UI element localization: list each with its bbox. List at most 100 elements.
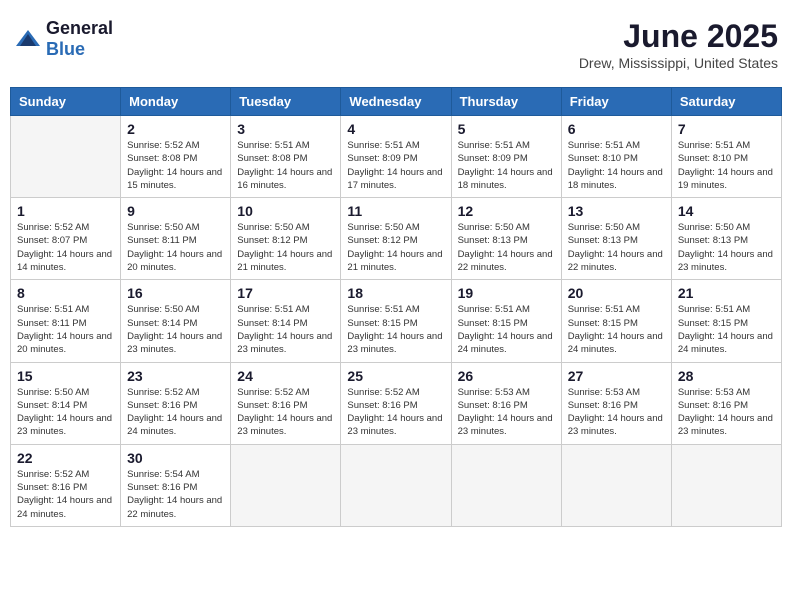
day-detail: Sunrise: 5:54 AM Sunset: 8:16 PM Dayligh… — [127, 468, 224, 521]
table-row: 12 Sunrise: 5:50 AM Sunset: 8:13 PM Dayl… — [451, 198, 561, 280]
header-sunday: Sunday — [11, 88, 121, 116]
day-detail: Sunrise: 5:51 AM Sunset: 8:10 PM Dayligh… — [678, 139, 775, 192]
table-row: 16 Sunrise: 5:50 AM Sunset: 8:14 PM Dayl… — [121, 280, 231, 362]
calendar-subtitle: Drew, Mississippi, United States — [579, 55, 778, 71]
day-number: 6 — [568, 121, 665, 137]
header-monday: Monday — [121, 88, 231, 116]
table-row: 5 Sunrise: 5:51 AM Sunset: 8:09 PM Dayli… — [451, 116, 561, 198]
table-row: 4 Sunrise: 5:51 AM Sunset: 8:09 PM Dayli… — [341, 116, 451, 198]
day-detail: Sunrise: 5:51 AM Sunset: 8:15 PM Dayligh… — [568, 303, 665, 356]
table-row: 21 Sunrise: 5:51 AM Sunset: 8:15 PM Dayl… — [671, 280, 781, 362]
calendar-row: 15 Sunrise: 5:50 AM Sunset: 8:14 PM Dayl… — [11, 362, 782, 444]
table-row: 9 Sunrise: 5:50 AM Sunset: 8:11 PM Dayli… — [121, 198, 231, 280]
table-row: 23 Sunrise: 5:52 AM Sunset: 8:16 PM Dayl… — [121, 362, 231, 444]
table-row: 27 Sunrise: 5:53 AM Sunset: 8:16 PM Dayl… — [561, 362, 671, 444]
day-number: 13 — [568, 203, 665, 219]
table-row: 20 Sunrise: 5:51 AM Sunset: 8:15 PM Dayl… — [561, 280, 671, 362]
day-number: 16 — [127, 285, 224, 301]
logo-icon — [14, 28, 42, 50]
table-row — [341, 444, 451, 526]
table-row: 1 Sunrise: 5:52 AM Sunset: 8:07 PM Dayli… — [11, 198, 121, 280]
table-row: 26 Sunrise: 5:53 AM Sunset: 8:16 PM Dayl… — [451, 362, 561, 444]
day-number: 1 — [17, 203, 114, 219]
calendar-row: 2 Sunrise: 5:52 AM Sunset: 8:08 PM Dayli… — [11, 116, 782, 198]
header-tuesday: Tuesday — [231, 88, 341, 116]
day-detail: Sunrise: 5:52 AM Sunset: 8:16 PM Dayligh… — [17, 468, 114, 521]
logo-text: General Blue — [46, 18, 113, 60]
day-number: 28 — [678, 368, 775, 384]
day-number: 5 — [458, 121, 555, 137]
table-row — [451, 444, 561, 526]
table-row: 25 Sunrise: 5:52 AM Sunset: 8:16 PM Dayl… — [341, 362, 451, 444]
table-row: 6 Sunrise: 5:51 AM Sunset: 8:10 PM Dayli… — [561, 116, 671, 198]
table-row — [671, 444, 781, 526]
day-number: 21 — [678, 285, 775, 301]
day-detail: Sunrise: 5:50 AM Sunset: 8:13 PM Dayligh… — [568, 221, 665, 274]
table-row: 7 Sunrise: 5:51 AM Sunset: 8:10 PM Dayli… — [671, 116, 781, 198]
header-wednesday: Wednesday — [341, 88, 451, 116]
table-row: 13 Sunrise: 5:50 AM Sunset: 8:13 PM Dayl… — [561, 198, 671, 280]
table-row: 15 Sunrise: 5:50 AM Sunset: 8:14 PM Dayl… — [11, 362, 121, 444]
day-number: 4 — [347, 121, 444, 137]
day-number: 12 — [458, 203, 555, 219]
day-number: 19 — [458, 285, 555, 301]
day-detail: Sunrise: 5:51 AM Sunset: 8:11 PM Dayligh… — [17, 303, 114, 356]
header-thursday: Thursday — [451, 88, 561, 116]
day-number: 10 — [237, 203, 334, 219]
day-number: 22 — [17, 450, 114, 466]
day-number: 7 — [678, 121, 775, 137]
day-detail: Sunrise: 5:51 AM Sunset: 8:09 PM Dayligh… — [458, 139, 555, 192]
day-number: 26 — [458, 368, 555, 384]
day-number: 27 — [568, 368, 665, 384]
day-detail: Sunrise: 5:51 AM Sunset: 8:10 PM Dayligh… — [568, 139, 665, 192]
table-row — [231, 444, 341, 526]
day-number: 17 — [237, 285, 334, 301]
day-number: 20 — [568, 285, 665, 301]
day-detail: Sunrise: 5:52 AM Sunset: 8:16 PM Dayligh… — [237, 386, 334, 439]
table-row: 19 Sunrise: 5:51 AM Sunset: 8:15 PM Dayl… — [451, 280, 561, 362]
page-header: General Blue June 2025 Drew, Mississippi… — [10, 10, 782, 79]
day-detail: Sunrise: 5:51 AM Sunset: 8:08 PM Dayligh… — [237, 139, 334, 192]
table-row: 22 Sunrise: 5:52 AM Sunset: 8:16 PM Dayl… — [11, 444, 121, 526]
header-saturday: Saturday — [671, 88, 781, 116]
day-detail: Sunrise: 5:50 AM Sunset: 8:14 PM Dayligh… — [127, 303, 224, 356]
table-row: 3 Sunrise: 5:51 AM Sunset: 8:08 PM Dayli… — [231, 116, 341, 198]
logo-general: General — [46, 18, 113, 38]
day-number: 30 — [127, 450, 224, 466]
table-row: 2 Sunrise: 5:52 AM Sunset: 8:08 PM Dayli… — [121, 116, 231, 198]
day-number: 15 — [17, 368, 114, 384]
day-number: 9 — [127, 203, 224, 219]
table-row: 8 Sunrise: 5:51 AM Sunset: 8:11 PM Dayli… — [11, 280, 121, 362]
day-number: 11 — [347, 203, 444, 219]
table-row: 24 Sunrise: 5:52 AM Sunset: 8:16 PM Dayl… — [231, 362, 341, 444]
day-number: 24 — [237, 368, 334, 384]
day-detail: Sunrise: 5:51 AM Sunset: 8:15 PM Dayligh… — [678, 303, 775, 356]
table-row — [561, 444, 671, 526]
day-detail: Sunrise: 5:50 AM Sunset: 8:12 PM Dayligh… — [347, 221, 444, 274]
day-number: 18 — [347, 285, 444, 301]
day-detail: Sunrise: 5:52 AM Sunset: 8:16 PM Dayligh… — [127, 386, 224, 439]
day-detail: Sunrise: 5:51 AM Sunset: 8:15 PM Dayligh… — [347, 303, 444, 356]
logo: General Blue — [14, 18, 113, 60]
calendar-row: 22 Sunrise: 5:52 AM Sunset: 8:16 PM Dayl… — [11, 444, 782, 526]
title-area: June 2025 Drew, Mississippi, United Stat… — [579, 18, 778, 71]
day-detail: Sunrise: 5:52 AM Sunset: 8:07 PM Dayligh… — [17, 221, 114, 274]
day-detail: Sunrise: 5:50 AM Sunset: 8:13 PM Dayligh… — [458, 221, 555, 274]
day-detail: Sunrise: 5:52 AM Sunset: 8:16 PM Dayligh… — [347, 386, 444, 439]
day-detail: Sunrise: 5:51 AM Sunset: 8:14 PM Dayligh… — [237, 303, 334, 356]
day-detail: Sunrise: 5:50 AM Sunset: 8:14 PM Dayligh… — [17, 386, 114, 439]
day-detail: Sunrise: 5:50 AM Sunset: 8:12 PM Dayligh… — [237, 221, 334, 274]
day-number: 25 — [347, 368, 444, 384]
day-detail: Sunrise: 5:51 AM Sunset: 8:15 PM Dayligh… — [458, 303, 555, 356]
day-detail: Sunrise: 5:51 AM Sunset: 8:09 PM Dayligh… — [347, 139, 444, 192]
table-row: 11 Sunrise: 5:50 AM Sunset: 8:12 PM Dayl… — [341, 198, 451, 280]
calendar-row: 8 Sunrise: 5:51 AM Sunset: 8:11 PM Dayli… — [11, 280, 782, 362]
calendar-title: June 2025 — [579, 18, 778, 55]
day-detail: Sunrise: 5:50 AM Sunset: 8:11 PM Dayligh… — [127, 221, 224, 274]
day-number: 8 — [17, 285, 114, 301]
header-row: Sunday Monday Tuesday Wednesday Thursday… — [11, 88, 782, 116]
calendar-row: 1 Sunrise: 5:52 AM Sunset: 8:07 PM Dayli… — [11, 198, 782, 280]
table-row: 17 Sunrise: 5:51 AM Sunset: 8:14 PM Dayl… — [231, 280, 341, 362]
table-row: 18 Sunrise: 5:51 AM Sunset: 8:15 PM Dayl… — [341, 280, 451, 362]
header-friday: Friday — [561, 88, 671, 116]
